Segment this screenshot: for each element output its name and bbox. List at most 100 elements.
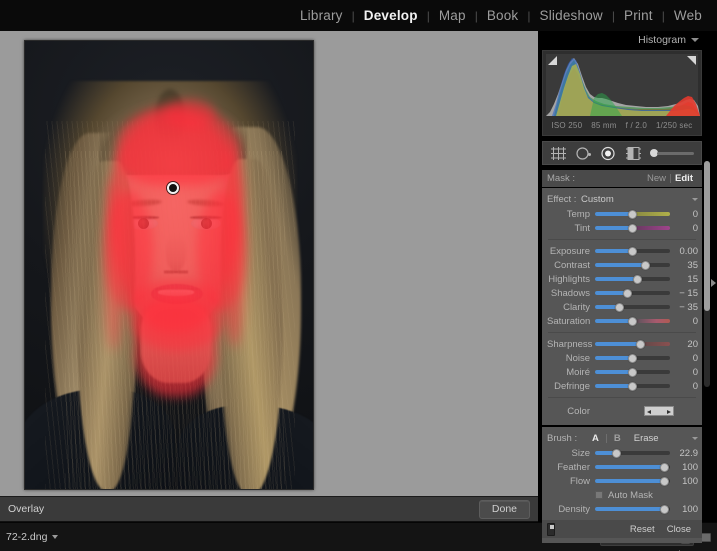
slider-noise[interactable]: Noise 0: [542, 351, 702, 365]
panel-collapse-arrow-icon[interactable]: [711, 279, 716, 287]
switch-icon[interactable]: [547, 522, 555, 536]
slider-highlights[interactable]: Highlights 15: [542, 272, 702, 286]
histogram-panel[interactable]: ISO 250 85 mm f / 2.0 1/250 sec: [542, 50, 702, 136]
slider-shadows[interactable]: Shadows − 15: [542, 286, 702, 300]
slider-track[interactable]: [595, 316, 670, 327]
brush-b-button[interactable]: B: [607, 433, 628, 444]
meta-aperture: f / 2.0: [625, 121, 648, 130]
histogram-plot[interactable]: [546, 54, 700, 116]
brush-cursor[interactable]: [167, 182, 179, 194]
histogram-header[interactable]: Histogram: [542, 31, 702, 49]
brush-close-button[interactable]: Close: [661, 524, 697, 535]
chevron-down-icon[interactable]: [692, 436, 698, 440]
slider-track[interactable]: [595, 274, 670, 285]
slider-track[interactable]: [595, 246, 670, 257]
scrollbar-thumb[interactable]: [704, 161, 710, 311]
crop-overlay-icon[interactable]: [550, 146, 567, 161]
slider-track[interactable]: [595, 339, 670, 350]
slider-brush-size[interactable]: Size 22.9: [542, 446, 702, 460]
basic-section-header[interactable]: Basic: [542, 546, 702, 551]
red-eye-icon[interactable]: [600, 146, 617, 161]
module-develop[interactable]: Develop: [355, 7, 427, 25]
brush-reset-button[interactable]: Reset: [624, 524, 661, 535]
module-book[interactable]: Book: [478, 7, 528, 25]
color-row[interactable]: Color: [542, 402, 702, 420]
slider-value: 0: [692, 380, 698, 392]
module-print[interactable]: Print: [615, 7, 662, 25]
slider-label: Noise: [565, 352, 590, 364]
brush-a-button[interactable]: A: [585, 433, 606, 444]
slider-brush-density[interactable]: Density 100: [542, 502, 702, 516]
slider-value: 100: [682, 475, 698, 487]
slider-label: Defringe: [554, 380, 590, 392]
divider: [548, 239, 696, 240]
brush-label: Brush :: [547, 432, 578, 444]
slider-label: Sharpness: [547, 338, 593, 350]
slider-brush-feather[interactable]: Feather 100: [542, 460, 702, 474]
image-toolbar: Overlay Done: [0, 496, 538, 522]
done-button[interactable]: Done: [478, 499, 530, 519]
effect-value[interactable]: Custom: [581, 194, 689, 205]
slider-value: 100: [682, 503, 698, 515]
slider-track[interactable]: [595, 353, 670, 364]
slider-clarity[interactable]: Clarity − 35: [542, 300, 702, 314]
slider-brush-flow[interactable]: Flow 100: [542, 474, 702, 488]
mask-label: Mask :: [547, 173, 575, 184]
brush-erase-button[interactable]: Erase: [628, 433, 692, 444]
module-map[interactable]: Map: [430, 7, 475, 25]
slider-label: Highlights: [548, 273, 590, 285]
meta-shutter: 1/250 sec: [655, 121, 693, 130]
divider: [548, 397, 696, 398]
module-library[interactable]: Library: [291, 7, 352, 25]
auto-mask-label: Auto Mask: [608, 489, 653, 501]
meta-iso: ISO 250: [551, 121, 583, 130]
shadow-clipping-icon[interactable]: [548, 56, 557, 65]
mask-new-button[interactable]: New: [643, 173, 670, 184]
slider-track[interactable]: [595, 448, 670, 459]
color-swatch[interactable]: [644, 406, 674, 416]
slider-track[interactable]: [595, 302, 670, 313]
spot-removal-icon[interactable]: [575, 146, 592, 161]
slider-track[interactable]: [595, 288, 670, 299]
module-web[interactable]: Web: [665, 7, 711, 25]
tool-size-slider[interactable]: [650, 149, 694, 157]
slider-track[interactable]: [595, 260, 670, 271]
slider-track[interactable]: [595, 504, 670, 515]
slider-moire[interactable]: Moiré 0: [542, 365, 702, 379]
chevron-down-icon[interactable]: [691, 38, 699, 42]
filmstrip-source[interactable]: 72-2.dng: [0, 531, 565, 543]
slider-track[interactable]: [595, 367, 670, 378]
auto-mask-checkbox[interactable]: [595, 491, 603, 499]
slider-temp[interactable]: Temp 0: [542, 207, 702, 221]
slider-contrast[interactable]: Contrast 35: [542, 258, 702, 272]
photo-canvas[interactable]: [25, 41, 313, 489]
panel-scrollbar[interactable]: [704, 161, 710, 387]
module-list: Library | Develop | Map | Book | Slidesh…: [291, 7, 711, 25]
slider-track[interactable]: [595, 381, 670, 392]
slider-track[interactable]: [657, 151, 694, 155]
slider-tint[interactable]: Tint 0: [542, 221, 702, 235]
slider-defringe[interactable]: Defringe 0: [542, 379, 702, 393]
chevron-down-icon: [52, 535, 59, 539]
graduated-filter-icon[interactable]: [625, 146, 642, 161]
module-slideshow[interactable]: Slideshow: [531, 7, 612, 25]
auto-mask-row[interactable]: Auto Mask: [542, 488, 702, 502]
brush-panel-footer: Reset Close: [542, 520, 702, 538]
slider-value: 100: [682, 461, 698, 473]
slider-exposure[interactable]: Exposure 0.00: [542, 244, 702, 258]
slider-label: Temp: [566, 208, 590, 220]
slider-label: Contrast: [554, 259, 590, 271]
slider-track[interactable]: [595, 462, 670, 473]
slider-saturation[interactable]: Saturation 0: [542, 314, 702, 328]
overlay-label[interactable]: Overlay: [8, 503, 44, 515]
tool-strip: [542, 141, 702, 165]
mask-edit-button[interactable]: Edit: [671, 173, 697, 184]
color-label: Color: [567, 405, 590, 417]
highlight-clipping-icon[interactable]: [687, 56, 696, 65]
slider-track[interactable]: [595, 223, 670, 234]
slider-track[interactable]: [595, 476, 670, 487]
slider-sharpness[interactable]: Sharpness 20: [542, 337, 702, 351]
slider-track[interactable]: [595, 209, 670, 220]
chevron-down-icon[interactable]: [692, 197, 698, 201]
effect-row[interactable]: Effect : Custom: [542, 191, 702, 207]
